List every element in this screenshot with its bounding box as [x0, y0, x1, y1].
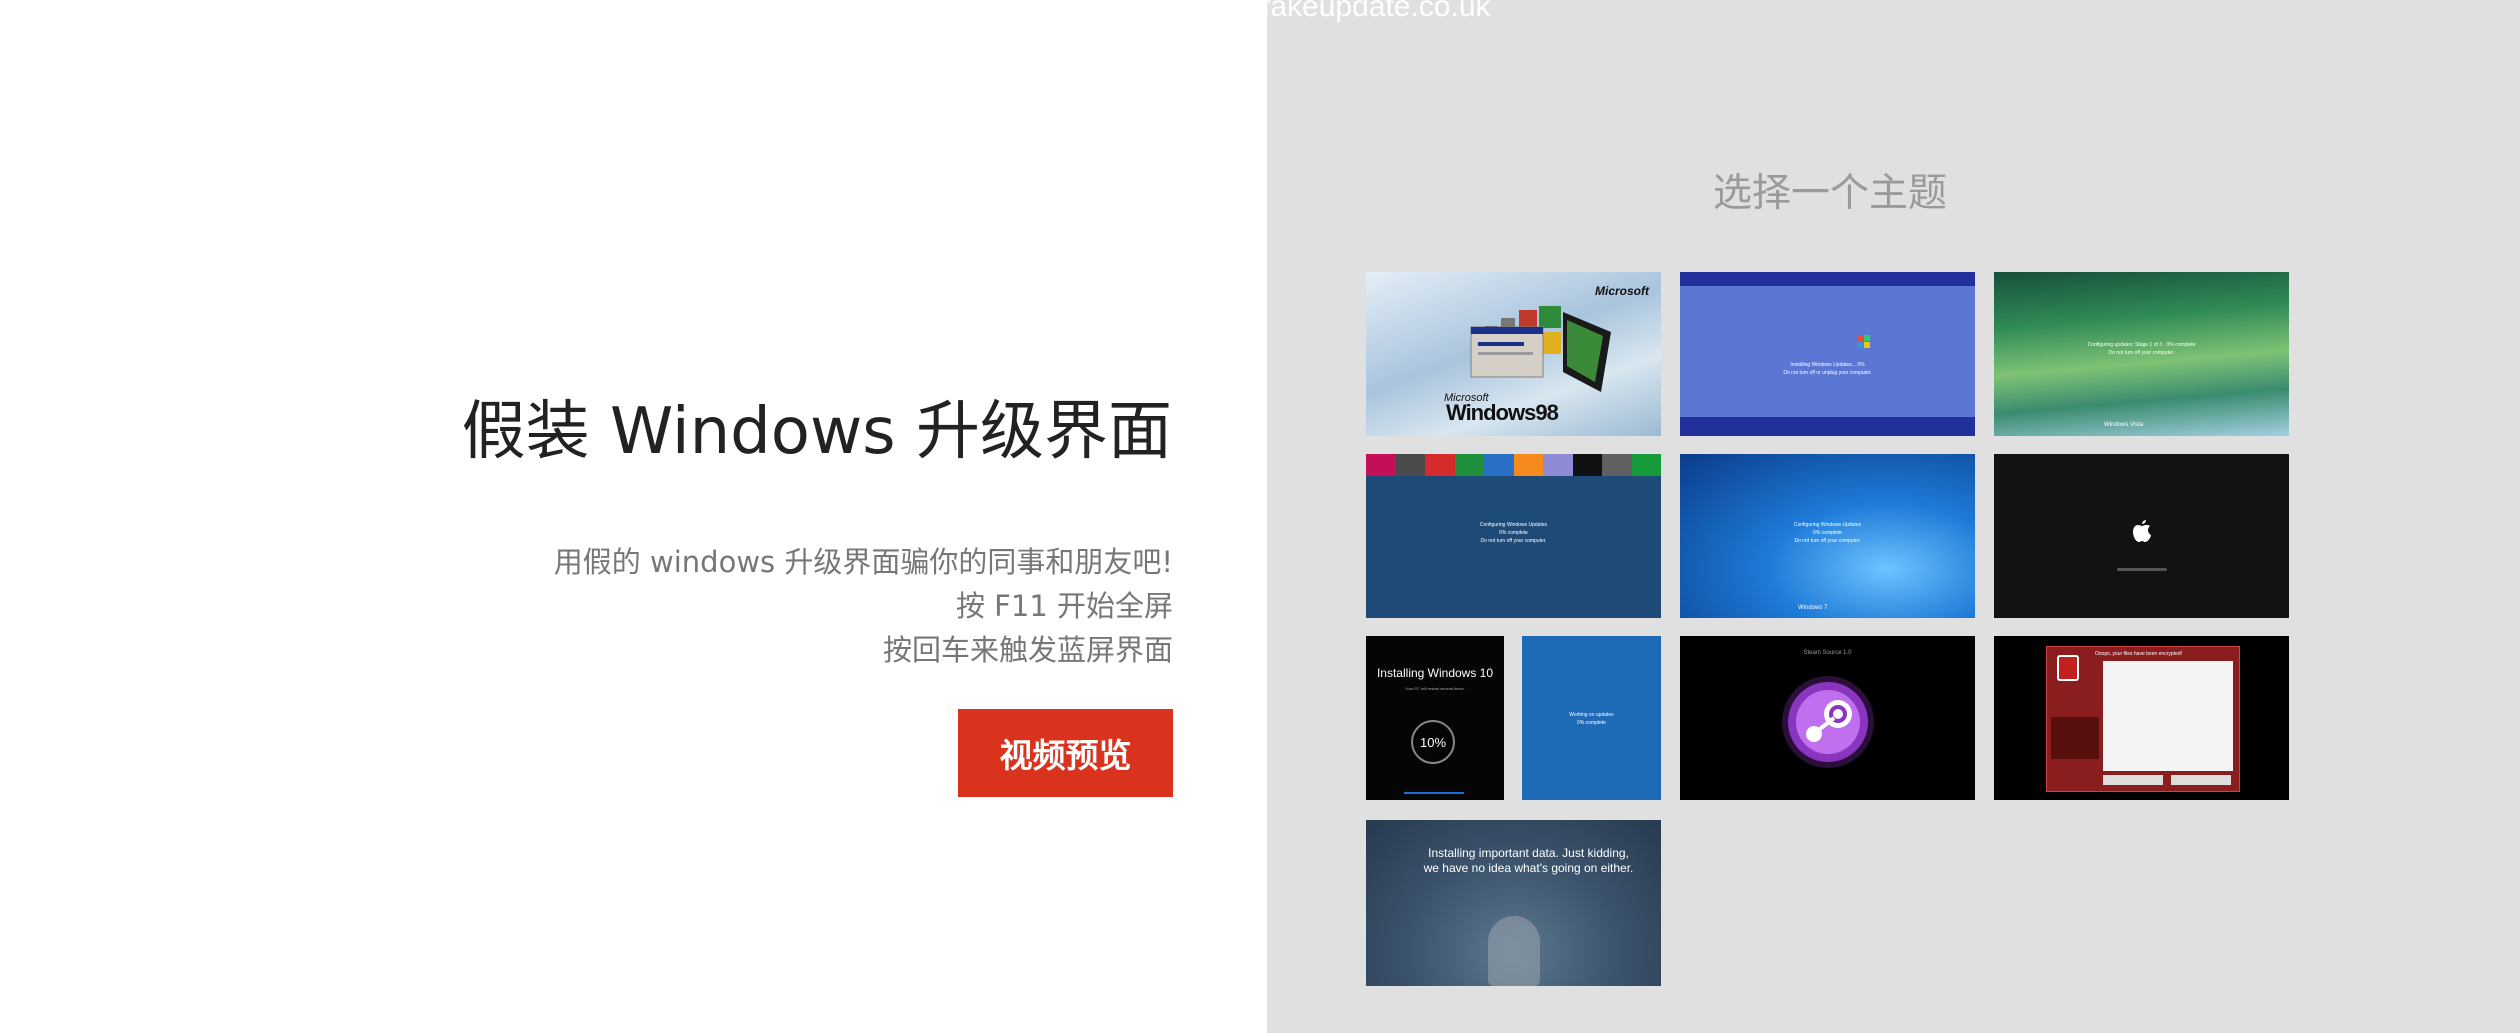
xp-warning-line: Do not turn off or unplug your computer.: [1783, 370, 1872, 376]
ransom-title: Ooops, your files have been encrypted!: [2095, 651, 2182, 657]
bluescreen-hint: 按回车来触发蓝屏界面: [882, 633, 1173, 667]
hero-description: 用假的 windows 升级界面骗你的同事和朋友吧! 按 F11 开始全屏 按回…: [554, 540, 1173, 672]
win10-percent: 10%: [1419, 735, 1447, 750]
ransom-decrypt-button: [2171, 775, 2231, 785]
win7-status-line: Configuring Windows Updates: [1793, 522, 1862, 528]
ransom-window: Ooops, your files have been encrypted!: [2046, 646, 2240, 792]
win8-percent-line: 0% complete: [1499, 530, 1528, 536]
page-title: 假装 Windows 升级界面: [461, 395, 1172, 469]
win10blue-percent-line: 0% complete: [1577, 720, 1606, 726]
win10-footer-bar: [1404, 792, 1464, 794]
win98-microsoft-top: Microsoft: [1595, 284, 1649, 298]
steam-logo-icon: [1782, 676, 1874, 768]
steam-header: Steam Source 1.0: [1803, 650, 1852, 656]
ransom-red-box: [2051, 717, 2099, 759]
theme-ransomware[interactable]: Ooops, your files have been encrypted!: [1994, 636, 2289, 800]
theme-windows-vista[interactable]: Configuring updates: Stage 1 of 3 · 0% c…: [1994, 272, 2289, 436]
theme-windows-8[interactable]: Configuring Windows Updates 0% complete …: [1366, 454, 1661, 618]
ransom-check-button: [2103, 775, 2163, 785]
vista-warning-line: Do not turn off your computer.: [2108, 350, 2175, 356]
video-preview-button[interactable]: 视频预览: [958, 709, 1173, 797]
theme-windows-10[interactable]: Installing Windows 10 Your PC will resta…: [1366, 636, 1504, 800]
win8-color-stripe: [1366, 454, 1661, 476]
vista-footer-logo: Windows Vista: [2104, 422, 2144, 428]
win98-brand: Windows98: [1446, 400, 1559, 425]
win8-status-line: Configuring Windows Updates: [1479, 522, 1548, 528]
xp-status-line: Installing Windows Updates... 0%: [1790, 362, 1865, 368]
win8-warning-line: Do not turn off your computer.: [1480, 538, 1547, 544]
xp-top-bar: [1680, 272, 1975, 286]
fullscreen-hint: 按 F11 开始全屏: [955, 589, 1173, 623]
theme-mac-os[interactable]: [1994, 454, 2289, 618]
xp-flag-icon: [1857, 335, 1871, 349]
hacker-figure: [1488, 916, 1540, 986]
theme-windows-xp[interactable]: Installing Windows Updates... 0% Do not …: [1680, 272, 1975, 436]
ransom-text-panel: [2103, 661, 2233, 771]
win10-title: Installing Windows 10: [1376, 666, 1494, 680]
theme-windows-7[interactable]: Configuring Windows Updates 0% complete …: [1680, 454, 1975, 618]
padlock-icon: [2057, 655, 2079, 681]
theme-heading: 选择一个主题: [1712, 171, 1947, 216]
site-domain[interactable]: fakeupdate.co.uk: [1262, 0, 1491, 24]
left-pane: [0, 0, 1267, 1033]
theme-steam[interactable]: Steam Source 1.0: [1680, 636, 1975, 800]
win7-percent-line: 0% complete: [1813, 530, 1842, 536]
apple-logo-icon: [2133, 520, 2151, 542]
description-line: 用假的 windows 升级界面骗你的同事和朋友吧!: [553, 545, 1173, 579]
win7-footer-logo: Windows 7: [1798, 605, 1828, 611]
win7-warning-line: Do not turn off your computer.: [1794, 538, 1861, 544]
win10-subtitle: Your PC will restart several times.: [1405, 686, 1465, 691]
xp-bottom-bar: [1680, 417, 1975, 436]
mac-progress-bar: [2117, 568, 2167, 571]
win10blue-status-line: Working on updates: [1569, 712, 1614, 718]
theme-windows-10-blue[interactable]: Working on updates 0% complete: [1522, 636, 1661, 800]
hacker-message: Installing important data. Just kidding,…: [1423, 846, 1634, 875]
vista-status-line: Configuring updates: Stage 1 of 3 · 0% c…: [2087, 342, 2196, 348]
theme-hacker[interactable]: Installing important data. Just kidding,…: [1366, 820, 1661, 986]
theme-windows-98[interactable]: Microsoft Microsoft Windows98: [1366, 272, 1661, 436]
